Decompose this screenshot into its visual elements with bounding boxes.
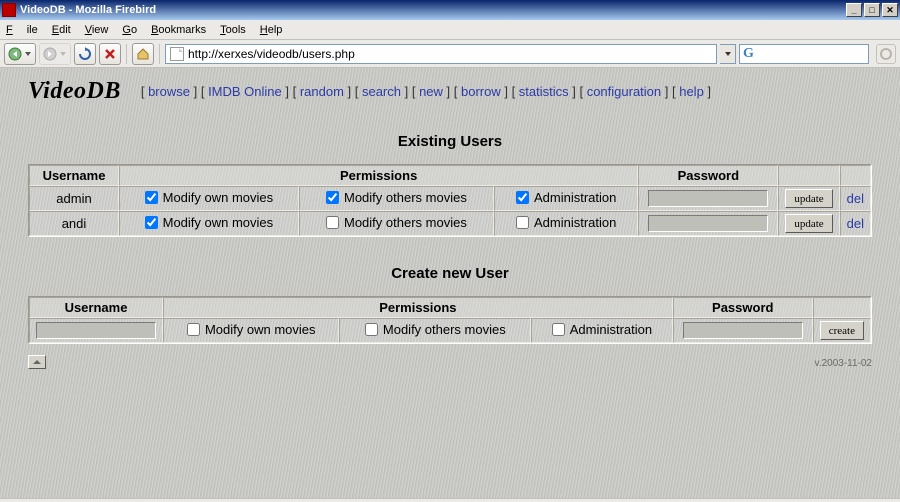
url-text: http://xerxes/videodb/users.php	[188, 47, 355, 61]
col-username: Username	[29, 297, 163, 318]
nav-help[interactable]: help	[679, 84, 704, 99]
menu-edit[interactable]: Edit	[52, 24, 71, 36]
perm-own-checkbox[interactable]	[145, 191, 158, 204]
table-row: andi Modify own movies Modify others mov…	[29, 211, 871, 236]
existing-users-table: Username Permissions Password admin Modi…	[28, 164, 872, 237]
col-username: Username	[29, 165, 119, 186]
maximize-button[interactable]: □	[864, 3, 880, 17]
back-button[interactable]	[4, 43, 36, 65]
perm-admin-checkbox[interactable]	[516, 216, 529, 229]
toolbar: http://xerxes/videodb/users.php G	[0, 40, 900, 68]
delete-link[interactable]: del	[847, 191, 864, 206]
toolbar-separator	[159, 44, 160, 64]
url-dropdown-button[interactable]	[720, 44, 736, 64]
menu-tools[interactable]: Tools	[220, 24, 246, 36]
menu-file[interactable]: Fdocument.currentScript.previousElementS…	[6, 24, 38, 36]
forward-icon	[43, 47, 59, 61]
menu-view[interactable]: View	[85, 24, 109, 36]
table-row: admin Modify own movies Modify others mo…	[29, 186, 871, 211]
nav-imdb[interactable]: IMDB Online	[208, 84, 282, 99]
nav-random[interactable]: random	[300, 84, 344, 99]
new-perm-own-checkbox[interactable]	[187, 323, 200, 336]
stop-icon	[103, 47, 117, 61]
perm-admin-checkbox[interactable]	[516, 191, 529, 204]
create-user-heading: Create new User	[28, 265, 872, 282]
menu-help[interactable]: Help	[260, 24, 283, 36]
existing-users-heading: Existing Users	[28, 133, 872, 150]
new-perm-others-checkbox[interactable]	[365, 323, 378, 336]
username-cell: admin	[29, 186, 119, 211]
delete-link[interactable]: del	[847, 216, 864, 231]
throbber-icon	[876, 44, 896, 64]
menu-bar: Fdocument.currentScript.previousElementS…	[0, 20, 900, 40]
col-permissions: Permissions	[119, 165, 638, 186]
update-button[interactable]: update	[785, 214, 832, 233]
password-input[interactable]	[648, 215, 768, 232]
nav-search[interactable]: search	[362, 84, 401, 99]
col-password: Password	[673, 297, 813, 318]
password-input[interactable]	[648, 190, 768, 207]
home-button[interactable]	[132, 43, 154, 65]
username-cell: andi	[29, 211, 119, 236]
page-content: VideoDB [ browse ] [ IMDB Online ] [ ran…	[0, 68, 900, 498]
create-user-table: Username Permissions Password Modify own…	[28, 296, 872, 344]
perm-others-checkbox[interactable]	[326, 216, 339, 229]
create-user-row: Modify own movies Modify others movies A…	[29, 318, 871, 343]
stop-button[interactable]	[99, 43, 121, 65]
search-engine-glyph: G	[743, 46, 754, 62]
nav-new[interactable]: new	[419, 84, 443, 99]
home-icon	[136, 47, 150, 61]
site-logo: VideoDB	[28, 78, 121, 105]
app-icon	[2, 3, 16, 17]
page-icon	[170, 47, 184, 61]
new-username-input[interactable]	[36, 322, 156, 339]
window-title: VideoDB - Mozilla Firebird	[20, 4, 156, 16]
update-button[interactable]: update	[785, 189, 832, 208]
chevron-down-icon	[724, 50, 732, 58]
toolbar-separator	[126, 44, 127, 64]
perm-own-checkbox[interactable]	[145, 216, 158, 229]
version-label: v.2003-11-02	[815, 358, 872, 369]
reload-button[interactable]	[74, 43, 96, 65]
reload-icon	[78, 47, 92, 61]
create-button[interactable]: create	[820, 321, 864, 340]
chevron-down-icon	[59, 47, 67, 61]
minimize-button[interactable]: _	[846, 3, 862, 17]
window-titlebar: VideoDB - Mozilla Firebird _ □ ✕	[0, 0, 900, 20]
url-input[interactable]: http://xerxes/videodb/users.php	[165, 44, 717, 64]
new-password-input[interactable]	[683, 322, 803, 339]
status-bar	[0, 498, 900, 502]
nav-links: [ browse ] [ IMDB Online ] [ random ] [ …	[141, 84, 711, 99]
chevron-down-icon	[24, 47, 32, 61]
col-password: Password	[638, 165, 778, 186]
nav-borrow[interactable]: borrow	[461, 84, 501, 99]
back-icon	[8, 47, 24, 61]
close-button[interactable]: ✕	[882, 3, 898, 17]
perm-others-checkbox[interactable]	[326, 191, 339, 204]
nav-browse[interactable]: browse	[148, 84, 190, 99]
menu-go[interactable]: Go	[122, 24, 137, 36]
search-input[interactable]: G	[739, 44, 869, 64]
col-permissions: Permissions	[163, 297, 673, 318]
nav-configuration[interactable]: configuration	[587, 84, 661, 99]
up-arrow-icon	[32, 358, 42, 366]
new-perm-admin-checkbox[interactable]	[552, 323, 565, 336]
scroll-top-button[interactable]	[28, 355, 46, 369]
forward-button[interactable]	[39, 43, 71, 65]
menu-bookmarks[interactable]: Bookmarks	[151, 24, 206, 36]
nav-statistics[interactable]: statistics	[519, 84, 569, 99]
